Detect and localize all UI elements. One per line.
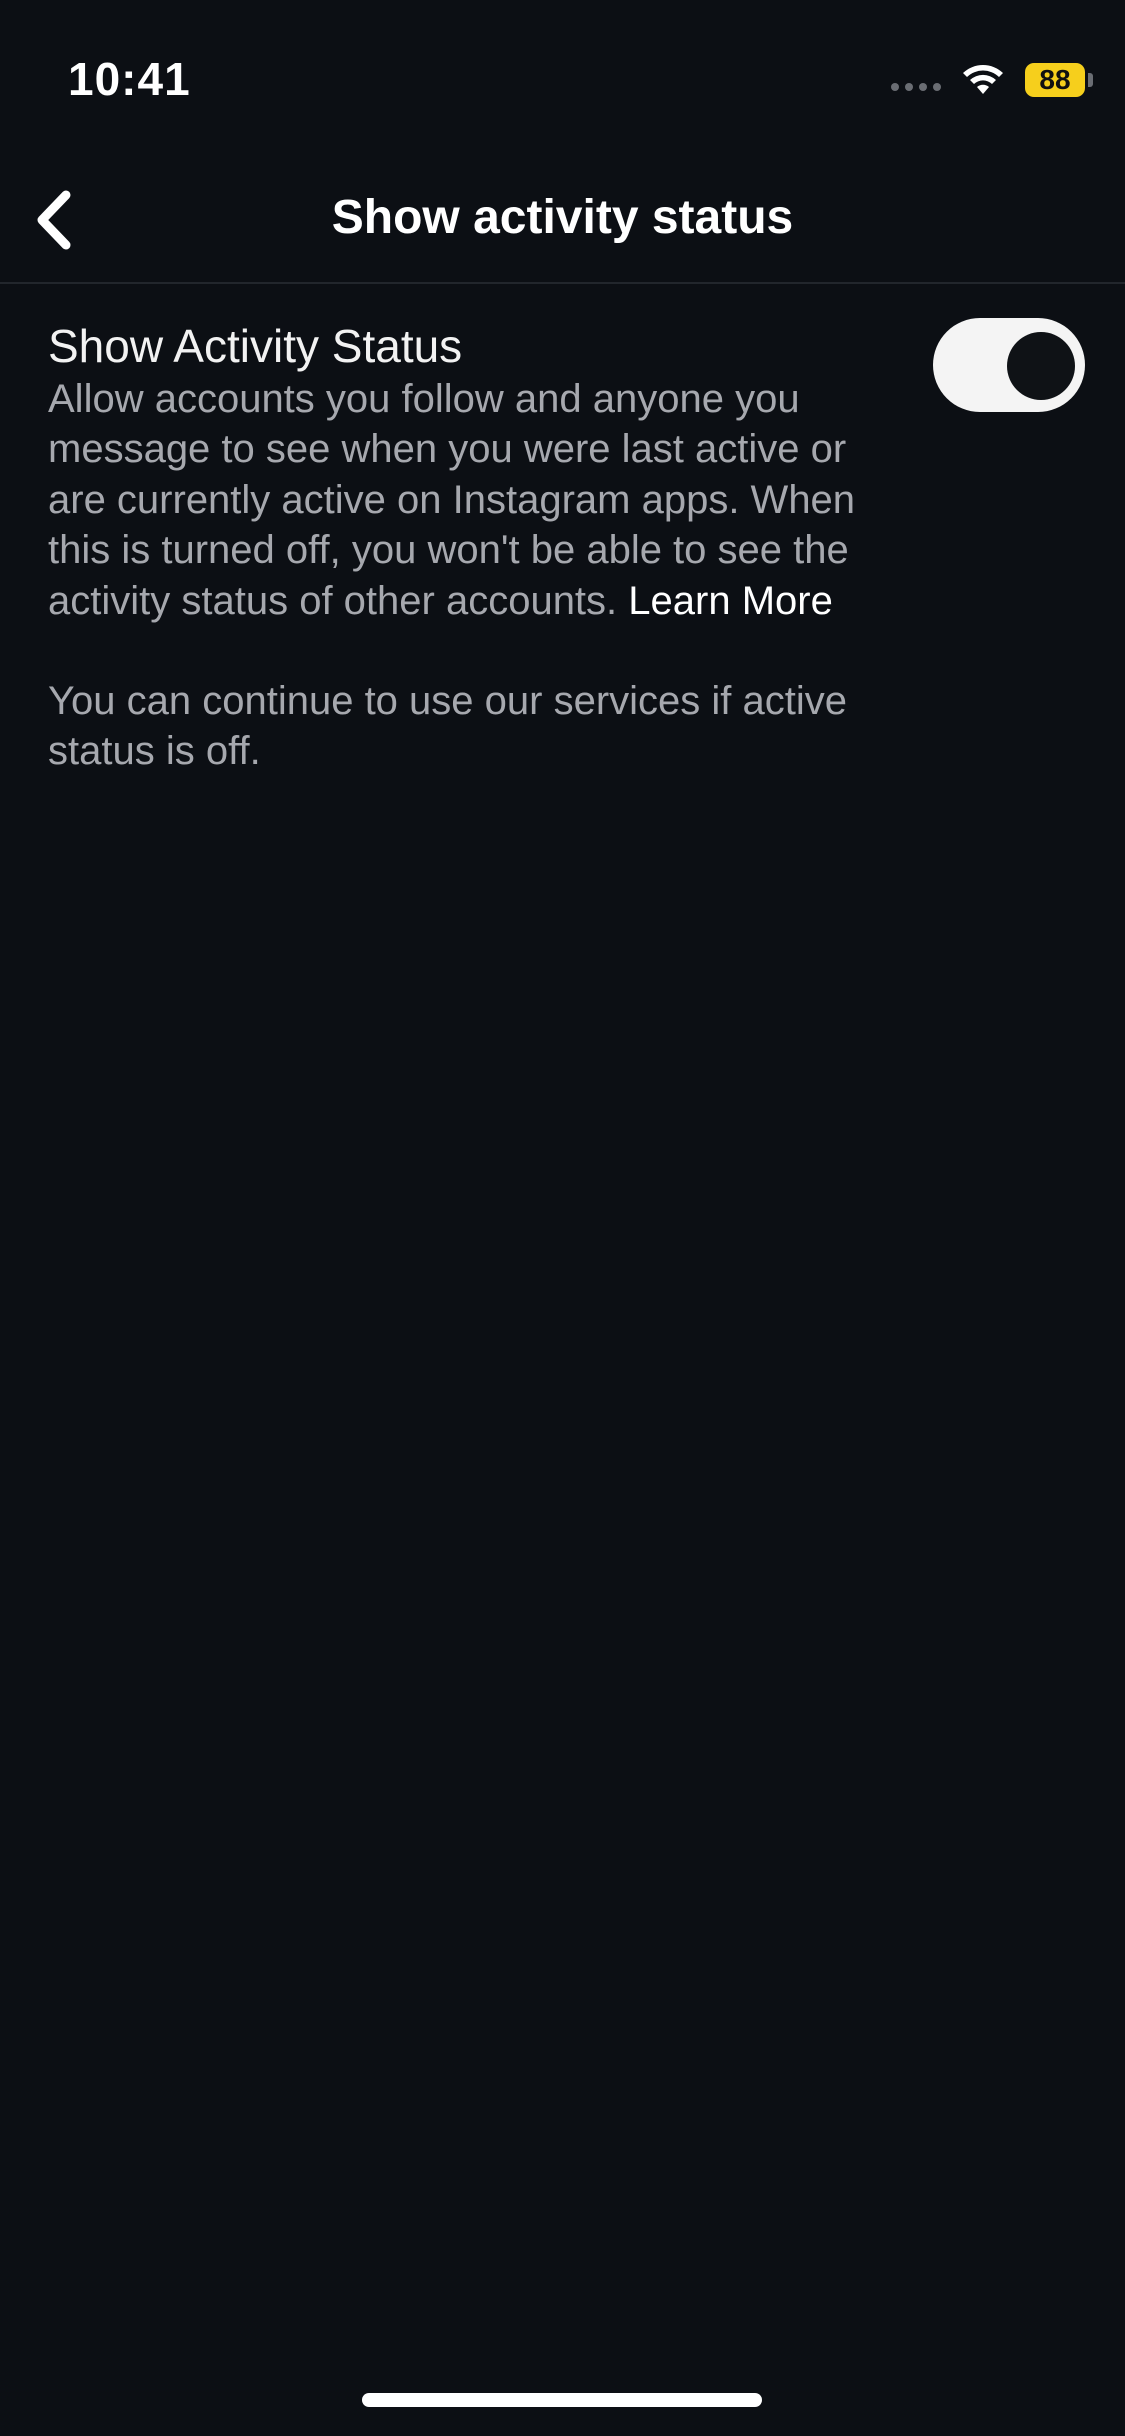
toggle-knob [1007, 332, 1075, 400]
status-indicators: 88 [891, 58, 1093, 102]
settings-content: Show Activity Status Allow accounts you … [48, 318, 1088, 777]
cellular-signal-icon [891, 83, 941, 91]
learn-more-link[interactable]: Learn More [628, 579, 833, 623]
battery-icon: 88 [1025, 63, 1093, 97]
page-title: Show activity status [331, 191, 794, 244]
battery-level: 88 [1025, 63, 1085, 97]
services-note: You can continue to use our services if … [48, 679, 847, 774]
setting-description: Allow accounts you follow and anyone you… [48, 374, 888, 626]
status-time: 10:41 [68, 53, 191, 105]
activity-status-setting: Show Activity Status Allow accounts you … [48, 318, 1085, 626]
setting-title: Show Activity Status [48, 320, 463, 372]
activity-status-toggle[interactable] [933, 318, 1085, 412]
home-indicator [362, 2393, 762, 2407]
wifi-icon [961, 63, 1005, 97]
nav-header: Show activity status [0, 150, 1125, 284]
status-bar: 10:41 88 [0, 0, 1125, 150]
